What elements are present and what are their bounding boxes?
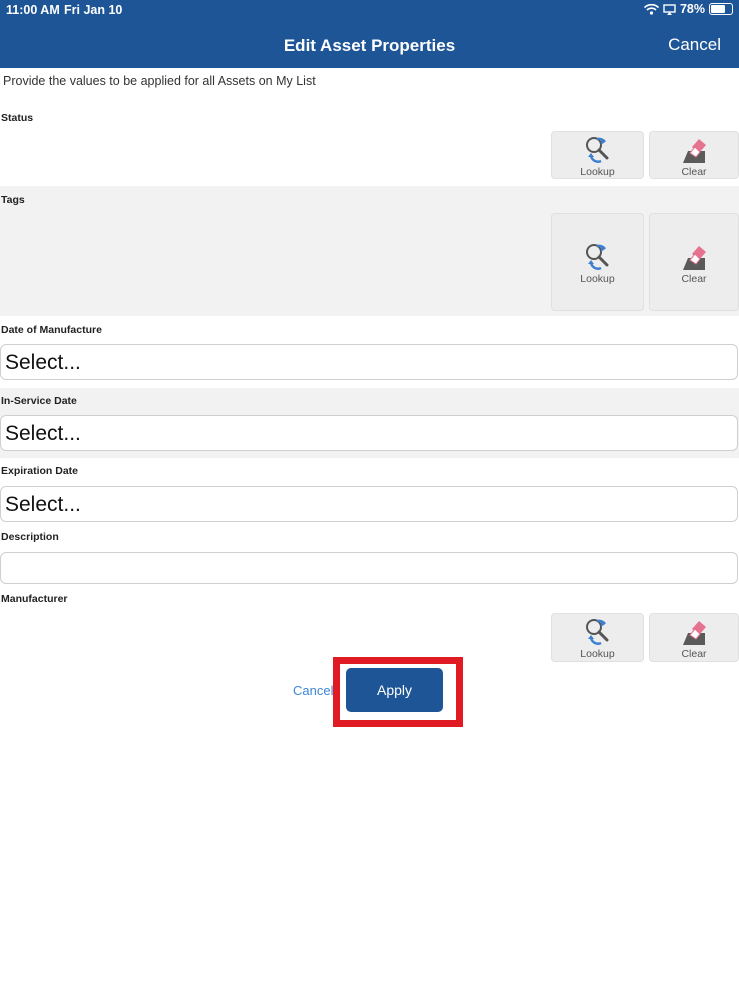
lookup-label: Lookup: [580, 273, 615, 285]
status-date: Fri Jan 10: [64, 3, 123, 17]
eraser-icon: [679, 242, 709, 272]
lookup-label: Lookup: [580, 648, 615, 660]
battery-icon: [709, 3, 733, 15]
in-service-date-value: Select...: [5, 422, 81, 445]
expiration-date-select[interactable]: Select...: [0, 486, 738, 522]
lookup-icon: [583, 242, 613, 272]
status-clear-button[interactable]: Clear: [649, 131, 739, 179]
lookup-label: Lookup: [580, 166, 615, 178]
description-label: Description: [1, 531, 59, 543]
manufacturer-clear-button[interactable]: Clear: [649, 613, 739, 662]
footer-cancel-button[interactable]: Cancel: [293, 683, 333, 698]
title-bar: 11:00 AM Fri Jan 10 78% Edit Asset Prope…: [0, 0, 739, 68]
status-indicators: 78%: [643, 2, 733, 16]
date-of-manufacture-label: Date of Manufacture: [1, 324, 102, 336]
apply-button[interactable]: Apply: [346, 668, 443, 712]
description-input[interactable]: [0, 552, 738, 584]
expiration-date-section: Expiration Date Select...: [0, 458, 739, 526]
description-section: Description: [0, 526, 739, 588]
status-section: Status Lookup Clear: [0, 104, 739, 186]
date-of-manufacture-section: Date of Manufacture Select...: [0, 316, 739, 388]
date-of-manufacture-value: Select...: [5, 351, 81, 374]
manufacturer-label: Manufacturer: [1, 593, 68, 605]
instruction-text: Provide the values to be applied for all…: [3, 74, 316, 88]
tags-label: Tags: [1, 194, 25, 206]
status-lookup-button[interactable]: Lookup: [551, 131, 644, 179]
in-service-date-label: In-Service Date: [1, 395, 77, 407]
tags-clear-button[interactable]: Clear: [649, 213, 739, 311]
eraser-icon: [679, 617, 709, 647]
status-label: Status: [1, 112, 34, 124]
wifi-icon: [643, 3, 659, 15]
in-service-date-select[interactable]: Select...: [0, 415, 738, 451]
header-cancel-button[interactable]: Cancel: [668, 35, 721, 55]
eraser-icon: [679, 135, 709, 165]
lookup-icon: [583, 135, 613, 165]
manufacturer-lookup-button[interactable]: Lookup: [551, 613, 644, 662]
clear-label: Clear: [681, 273, 707, 285]
page-title: Edit Asset Properties: [283, 36, 456, 55]
lookup-icon: [583, 617, 613, 647]
battery-level: [711, 5, 726, 13]
in-service-date-section: In-Service Date Select...: [0, 388, 739, 458]
clear-label: Clear: [681, 166, 707, 178]
tags-lookup-button[interactable]: Lookup: [551, 213, 644, 311]
tags-section: Tags Lookup Clear: [0, 186, 739, 316]
expiration-date-label: Expiration Date: [1, 465, 79, 477]
battery-percent: 78%: [679, 2, 705, 16]
clear-label: Clear: [681, 648, 707, 660]
manufacturer-section: Manufacturer Lookup Clear: [0, 588, 739, 666]
date-of-manufacture-select[interactable]: Select...: [0, 344, 738, 380]
expiration-date-value: Select...: [5, 493, 81, 516]
screen-mirror-icon: [663, 3, 676, 15]
status-time: 11:00 AM: [6, 3, 60, 17]
